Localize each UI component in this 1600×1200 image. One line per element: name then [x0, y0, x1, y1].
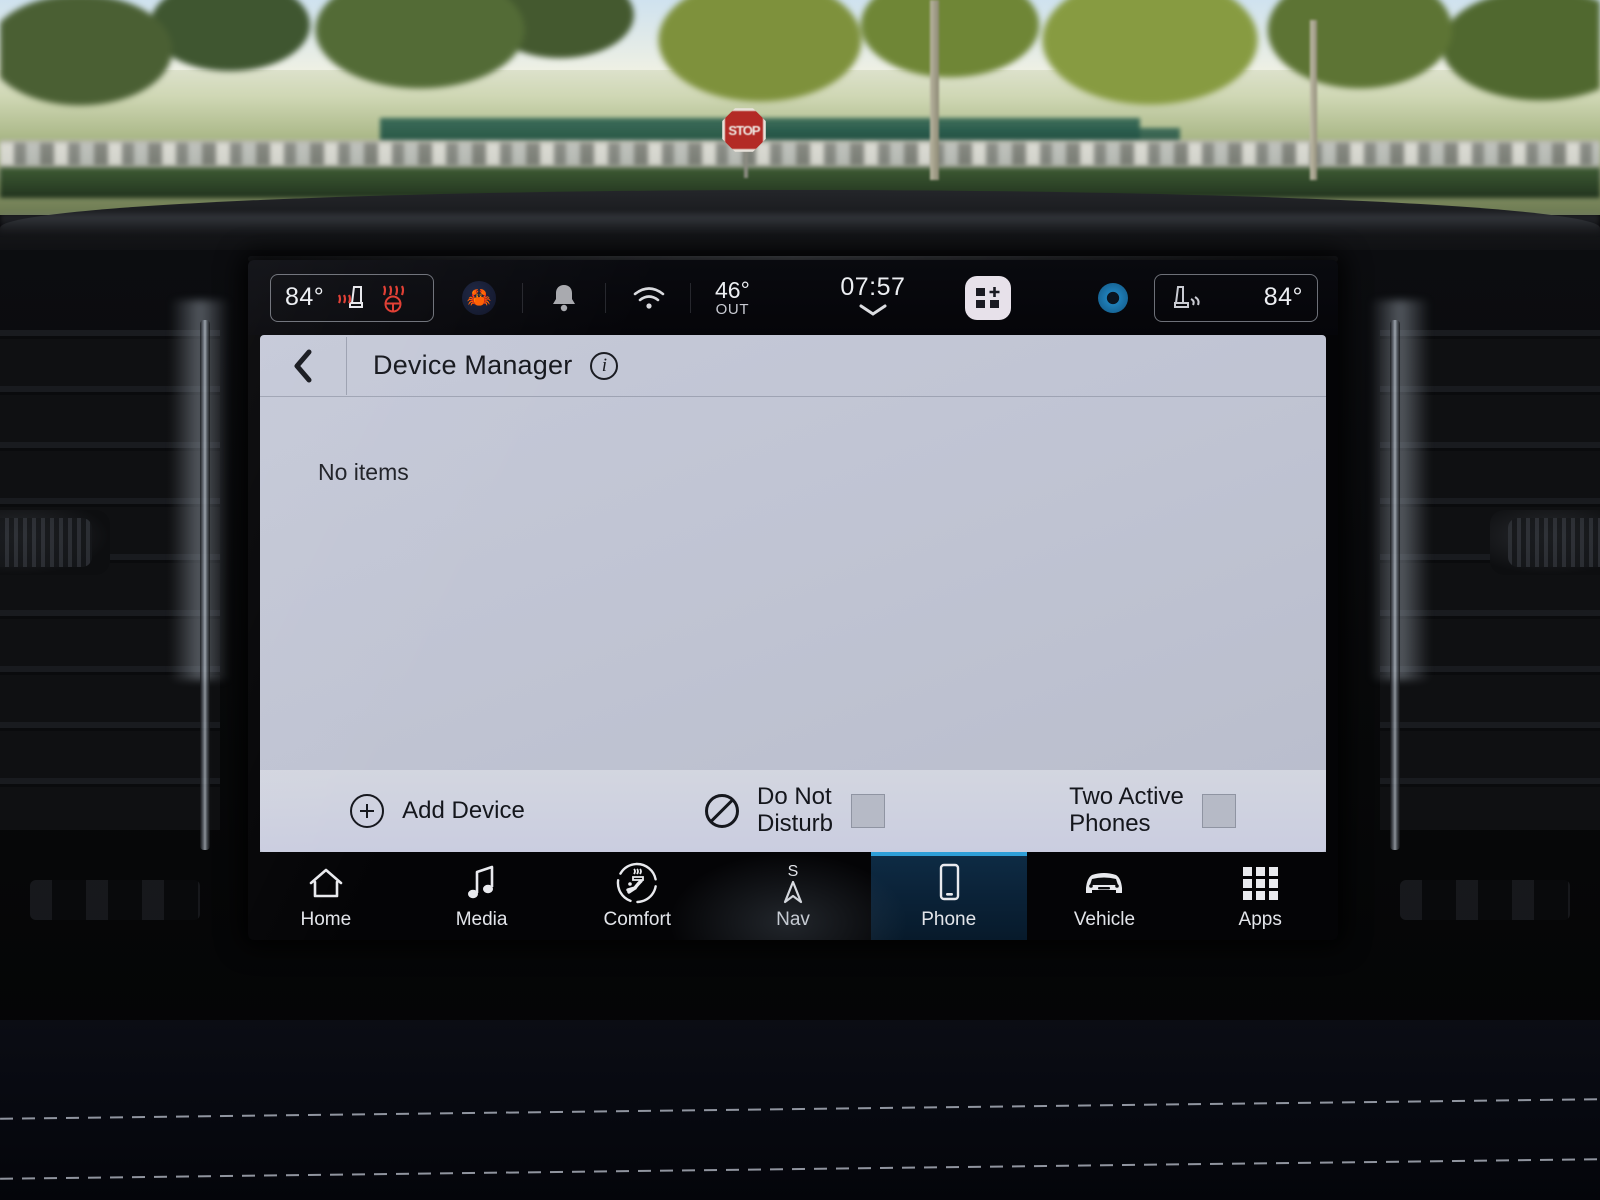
dash-control-pods-left[interactable] [30, 880, 200, 920]
infotainment-screen-bezel: 84° 🦀 46° OUT 07:57 84° Device Manager i… [248, 260, 1338, 940]
do-not-disturb-toggle[interactable]: Do Not Disturb [615, 770, 975, 852]
driver-temp-value: 84° [285, 283, 325, 311]
dash-control-pods-right[interactable] [1400, 880, 1570, 920]
status-divider [522, 282, 523, 313]
chrome-trim-left [200, 320, 210, 850]
comfort-seat-icon [614, 862, 660, 904]
windshield-view: STOP [0, 0, 1600, 215]
nav-label-apps: Apps [1238, 908, 1282, 930]
empty-state-message: No items [318, 459, 409, 485]
parked-cars [0, 143, 1600, 165]
voice-assistant-button[interactable] [1098, 282, 1128, 313]
nav-item-nav[interactable]: S Nav [715, 852, 871, 940]
outside-temp-label: OUT [715, 300, 750, 318]
heated-seat-icon[interactable] [334, 283, 368, 313]
home-icon [305, 862, 347, 904]
user-profile-avatar[interactable]: 🦀 [462, 280, 496, 315]
chrome-trim-right [1390, 320, 1400, 850]
music-note-icon [463, 862, 501, 904]
two-active-phones-toggle[interactable]: Two Active Phones [975, 770, 1330, 852]
heated-steering-wheel-icon[interactable] [378, 283, 408, 313]
do-not-disturb-checkbox[interactable] [851, 794, 886, 828]
back-chevron-icon [294, 349, 312, 382]
nav-item-media[interactable]: Media [404, 852, 560, 940]
passenger-temp-control[interactable]: 84° [1154, 273, 1318, 322]
vent-knob-right[interactable] [1490, 510, 1600, 575]
do-not-disturb-icon [704, 794, 739, 828]
plus-circle-icon [350, 794, 385, 828]
light-pole [930, 0, 939, 180]
info-icon[interactable]: i [590, 351, 619, 380]
notification-bell-icon [553, 284, 575, 311]
clock-widget[interactable]: 07:57 [840, 273, 905, 322]
wifi-status-button[interactable] [632, 285, 666, 311]
chevron-down-icon[interactable] [840, 303, 905, 322]
compass-south-icon: S [775, 862, 811, 904]
crab-avatar-icon: 🦀 [462, 280, 496, 315]
vent-knob-ridges [1508, 518, 1600, 567]
grid-apps-icon [1238, 862, 1282, 904]
add-device-button[interactable]: Add Device [260, 770, 615, 852]
infotainment-screen: 84° 🦀 46° OUT 07:57 84° Device Manager i… [248, 260, 1338, 940]
nav-item-vehicle[interactable]: Vehicle [1027, 852, 1183, 940]
outside-temperature: 46° OUT [715, 276, 750, 318]
nav-item-comfort[interactable]: Comfort [559, 852, 715, 940]
passenger-seat-icon[interactable] [1169, 283, 1203, 313]
two-phones-label-line1: Two Active [1069, 783, 1184, 811]
back-button[interactable] [260, 335, 346, 396]
svg-text:S: S [788, 863, 799, 880]
nav-item-phone[interactable]: Phone [870, 852, 1027, 940]
add-widget-button[interactable] [965, 275, 1012, 320]
nav-label-home: Home [300, 908, 352, 930]
nav-label-comfort: Comfort [603, 908, 672, 930]
panel-header: Device Manager i [260, 335, 1326, 397]
nav-item-apps[interactable]: Apps [1182, 852, 1338, 940]
vent-knob-ridges [0, 518, 92, 567]
outside-temp-value: 46° [715, 276, 750, 303]
bottom-navigation-bar: Home Media Comfort S Nav Phone Vehicle A… [248, 852, 1338, 940]
dnd-label-line2: Disturb [756, 810, 834, 837]
light-pole-secondary [1310, 20, 1317, 180]
page-title: Device Manager [373, 350, 573, 380]
vent-knob-left[interactable] [0, 510, 110, 575]
nav-label-media: Media [455, 908, 508, 930]
status-divider [605, 282, 606, 313]
nav-label-nav: Nav [776, 908, 810, 930]
status-bar: 84° 🦀 46° OUT 07:57 84° [248, 260, 1338, 335]
voice-assistant-icon [1098, 282, 1128, 313]
nav-item-home[interactable]: Home [248, 852, 404, 940]
status-divider [690, 282, 691, 313]
add-device-label: Add Device [402, 796, 525, 824]
notifications-button[interactable] [549, 282, 579, 314]
chrome-trim-right-glow [1370, 300, 1430, 680]
action-bar: Add Device Do Not Disturb Two Active Pho… [260, 770, 1326, 852]
driver-temp-control[interactable]: 84° [270, 273, 434, 322]
car-front-icon [1078, 862, 1130, 904]
clock-time: 07:57 [840, 273, 906, 301]
add-widget-icon [976, 286, 1000, 308]
stop-sign-text: STOP [728, 123, 760, 138]
passenger-temp-value: 84° [1263, 283, 1303, 311]
nav-label-vehicle: Vehicle [1073, 908, 1136, 930]
two-active-phones-checkbox[interactable] [1201, 794, 1236, 828]
phone-icon [934, 862, 964, 904]
do-not-disturb-label: Do Not Disturb [756, 783, 834, 838]
header-divider [346, 336, 347, 395]
two-active-phones-label: Two Active Phones [1069, 783, 1184, 838]
two-phones-label-line2: Phones [1069, 810, 1151, 837]
dnd-label-line1: Do Not [756, 783, 832, 811]
nav-label-phone: Phone [921, 908, 977, 930]
dashboard-highlight [0, 214, 1600, 234]
wifi-icon [633, 286, 665, 309]
